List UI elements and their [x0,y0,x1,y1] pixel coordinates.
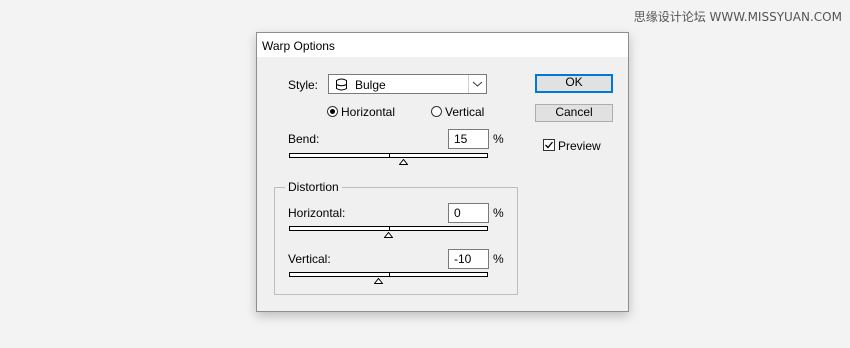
warp-options-dialog: Warp Options Style: Bulge Horizontal Ver… [256,32,629,312]
horizontal-distortion-input[interactable]: 0 [448,203,489,223]
vertical-distortion-slider-thumb[interactable] [374,278,383,284]
vertical-distortion-label: Vertical: [288,252,331,266]
horizontal-radio[interactable] [327,106,338,117]
horizontal-distortion-unit: % [493,206,504,220]
cancel-button[interactable]: Cancel [535,104,613,122]
dialog-titlebar[interactable]: Warp Options [257,33,628,57]
chevron-down-icon[interactable] [468,75,486,93]
distortion-title: Distortion [285,180,342,194]
checkmark-icon [545,141,554,149]
horizontal-distortion-slider-thumb[interactable] [384,232,393,238]
style-value: Bulge [355,78,386,92]
vertical-distortion-unit: % [493,252,504,266]
bend-input[interactable]: 15 [448,129,489,149]
bend-label: Bend: [288,132,320,146]
vertical-radio[interactable] [431,106,442,117]
vertical-radio-label[interactable]: Vertical [445,105,484,119]
style-dropdown[interactable]: Bulge [328,74,487,94]
bulge-shape-icon [335,78,348,94]
bend-slider-track[interactable] [289,153,488,158]
ok-button[interactable]: OK [535,74,613,93]
horizontal-radio-label[interactable]: Horizontal [341,105,395,119]
watermark: 思缘设计论坛 WWW.MISSYUAN.COM [633,10,842,24]
style-label: Style: [288,78,319,92]
preview-label[interactable]: Preview [558,139,601,153]
preview-checkbox[interactable] [543,139,555,151]
horizontal-distortion-label: Horizontal: [288,206,346,220]
vertical-distortion-input[interactable]: -10 [448,249,489,269]
vertical-distortion-slider-track[interactable] [289,272,488,277]
dialog-title: Warp Options [262,39,335,53]
bend-slider-thumb[interactable] [399,159,408,165]
horizontal-distortion-slider-track[interactable] [289,226,488,231]
bend-unit: % [493,132,504,146]
